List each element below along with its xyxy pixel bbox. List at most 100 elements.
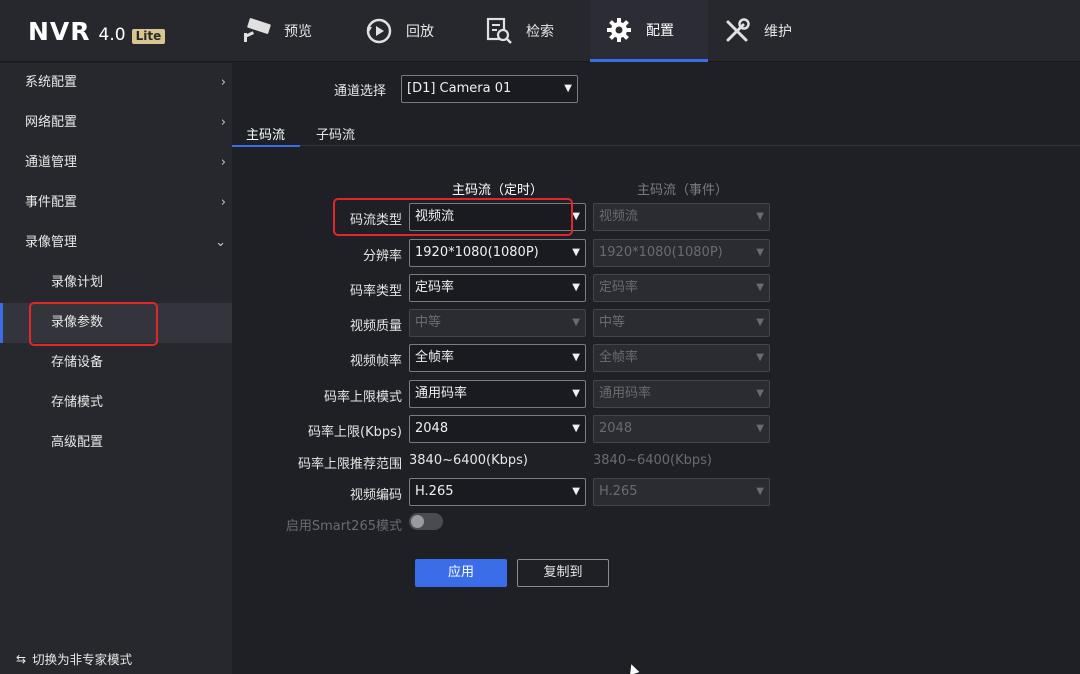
select-value: 中等 [415,315,442,330]
nav-tab-label: 维护 [764,24,792,40]
sidebar-subitem-storage-device[interactable]: 存储设备 [0,343,232,383]
chevron-down-icon: ▼ [756,211,764,222]
select-value: 1920*1080(1080P) [415,245,539,260]
select-value: 全帧率 [415,350,455,365]
chevron-down-icon: ▼ [756,423,764,434]
chevron-down-icon: ▼ [572,352,580,363]
logo-text: NVR [28,17,91,46]
search-document-icon [482,17,516,45]
expert-mode-label: 切换为非专家模式 [32,652,133,667]
tools-icon [720,17,754,45]
stream-type-event-select: 视频流 ▼ [593,203,770,231]
chevron-right-icon: › [220,115,226,130]
sidebar-item-label: 网络配置 [25,115,78,130]
nav-tab-label: 回放 [406,24,434,40]
tab-active-indicator [232,145,300,147]
nav-tab-preview[interactable]: 预览 [240,0,358,62]
chevron-down-icon: ▼ [756,247,764,258]
field-label-smart265: 启用Smart265模式 [285,519,402,534]
sidebar-subitem-storage-mode[interactable]: 存储模式 [0,383,232,423]
field-label-bitrate-type: 码率类型 [349,284,402,299]
resolution-event-select: 1920*1080(1080P) ▼ [593,239,770,267]
nav-tab-maintain[interactable]: 维护 [720,0,838,62]
sidebar-subitem-recording-schedule[interactable]: 录像计划 [0,263,232,303]
chevron-down-icon: ▼ [564,83,572,94]
tab-sub-stream[interactable]: 子码流 [316,124,355,143]
highlight-box [333,198,573,236]
top-bar: NVR 4.0 Lite 预览 回放 检索 配置 维护 [0,0,1080,62]
sidebar-item-event-config[interactable]: 事件配置 › [0,183,232,223]
apply-button[interactable]: 应用 [415,559,507,587]
toggle-knob [411,515,424,528]
sidebar-item-recording-management[interactable]: 录像管理 ⌄ [0,223,232,263]
select-value: 视频流 [599,209,639,224]
max-bitrate-select[interactable]: 2048 ▼ [409,415,586,443]
max-bitrate-event-select: 2048 ▼ [593,415,770,443]
field-label-resolution: 分辨率 [362,249,402,264]
logo-version: 4.0 [98,25,126,45]
select-value: 2048 [415,421,449,436]
channel-select-label: 通道选择 [334,84,387,99]
field-label-video-codec: 视频编码 [349,488,402,503]
app-logo: NVR 4.0 Lite [28,17,166,46]
frame-rate-event-select: 全帧率 ▼ [593,344,770,372]
playback-icon [362,17,396,45]
select-value: 通用码率 [415,386,468,401]
sidebar-subitem-advanced-config[interactable]: 高级配置 [0,423,232,463]
chevron-down-icon: ▼ [572,211,580,222]
chevron-down-icon: ▼ [756,352,764,363]
gear-icon [602,16,636,44]
copy-to-button[interactable]: 复制到 [517,559,609,587]
sidebar-item-system-config[interactable]: 系统配置 › [0,63,232,103]
highlight-box [29,302,158,346]
nav-tab-label: 检索 [526,24,554,40]
nav-tab-playback[interactable]: 回放 [362,0,480,62]
field-label-max-bitrate-mode: 码率上限模式 [323,390,402,405]
nav-tab-label: 配置 [646,22,674,39]
channel-select-value: [D1] Camera 01 [407,81,512,96]
swap-icon: ⇆ [16,651,27,666]
frame-rate-select[interactable]: 全帧率 ▼ [409,344,586,372]
sidebar-item-channel-management[interactable]: 通道管理 › [0,143,232,183]
chevron-down-icon: ▼ [756,486,764,497]
bitrate-type-select[interactable]: 定码率 ▼ [409,274,586,302]
column-header-scheduled: 主码流（定时） [452,183,544,198]
sidebar: 系统配置 › 网络配置 › 通道管理 › 事件配置 › 录像管理 ⌄ 录像计划 … [0,63,232,674]
stream-tabs: 主码流 子码流 [232,120,1080,146]
chevron-right-icon: › [220,155,226,170]
select-value: 定码率 [599,280,639,295]
max-bitrate-mode-select[interactable]: 通用码率 ▼ [409,380,586,408]
chevron-down-icon: ▼ [572,423,580,434]
tab-main-stream[interactable]: 主码流 [246,124,285,143]
video-codec-select[interactable]: H.265 ▼ [409,478,586,506]
resolution-select[interactable]: 1920*1080(1080P) ▼ [409,239,586,267]
smart265-toggle[interactable] [409,513,443,530]
chevron-down-icon: ⌄ [215,235,226,250]
max-bitrate-mode-event-select: 通用码率 ▼ [593,380,770,408]
recommended-range-event-value: 3840~6400(Kbps) [593,453,713,468]
select-value: 中等 [599,315,626,330]
bitrate-type-event-select: 定码率 ▼ [593,274,770,302]
video-quality-select: 中等 ▼ [409,309,586,337]
chevron-down-icon: ▼ [756,317,764,328]
video-quality-event-select: 中等 ▼ [593,309,770,337]
sidebar-item-label: 录像计划 [51,275,104,290]
chevron-down-icon: ▼ [756,282,764,293]
nav-tab-label: 预览 [284,24,312,40]
recommended-range-value: 3840~6400(Kbps) [409,453,529,468]
sidebar-item-label: 存储设备 [51,355,104,370]
nav-tab-config[interactable]: 配置 [590,0,708,62]
field-label-video-quality: 视频质量 [349,319,402,334]
sidebar-item-network-config[interactable]: 网络配置 › [0,103,232,143]
select-value: 定码率 [415,280,455,295]
chevron-down-icon: ▼ [572,388,580,399]
logo-edition-badge: Lite [131,29,166,44]
select-value: 1920*1080(1080P) [599,245,723,260]
main-panel: 通道选择 [D1] Camera 01 ▼ 主码流 子码流 主码流（定时） 主码… [232,63,1080,674]
chevron-down-icon: ▼ [572,486,580,497]
nav-tab-search[interactable]: 检索 [482,0,600,62]
channel-select[interactable]: [D1] Camera 01 ▼ [401,75,578,103]
select-value: H.265 [415,484,454,499]
expert-mode-toggle[interactable]: ⇆ 切换为非专家模式 [16,649,132,668]
field-label-frame-rate: 视频帧率 [349,354,402,369]
